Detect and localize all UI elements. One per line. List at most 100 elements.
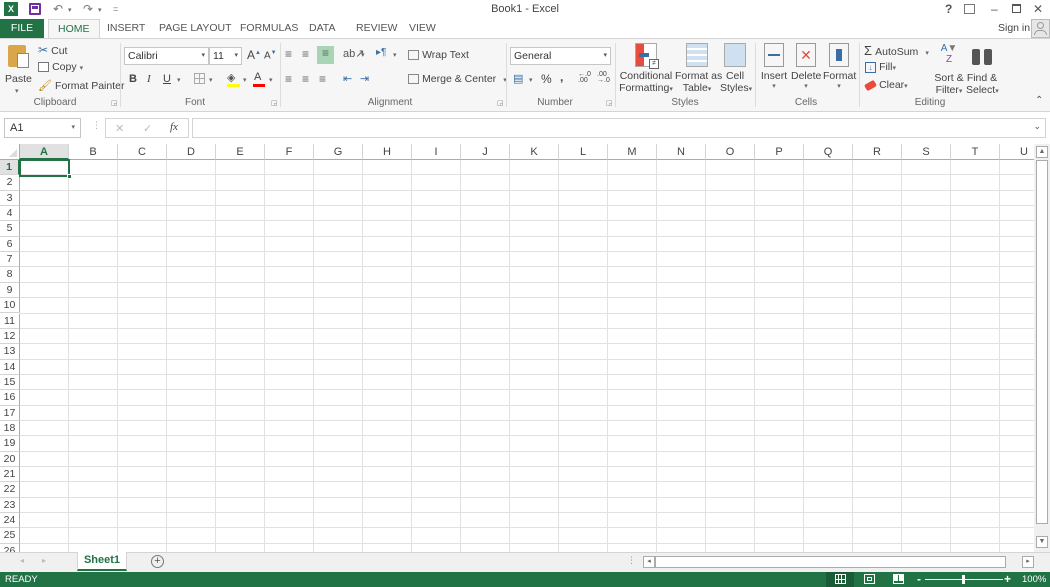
insert-cells-button[interactable]: Insert ▾ bbox=[759, 43, 789, 90]
formula-bar-grip-icon[interactable]: ⋮ bbox=[92, 120, 101, 131]
delete-cells-button[interactable]: ✕ Delete ▾ bbox=[791, 43, 821, 90]
alignment-launcher-icon[interactable]: ◲ bbox=[497, 99, 504, 107]
font-launcher-icon[interactable]: ◲ bbox=[271, 99, 278, 107]
underline-button[interactable]: U bbox=[163, 73, 171, 85]
row-header-3[interactable]: 3 bbox=[0, 190, 20, 207]
row-header-19[interactable]: 19 bbox=[0, 436, 20, 452]
increase-font-size-icon[interactable]: A▲ bbox=[247, 48, 261, 62]
select-all-corner[interactable] bbox=[0, 144, 20, 160]
row-header-18[interactable]: 18 bbox=[0, 420, 20, 437]
column-header-j[interactable]: J bbox=[461, 144, 510, 160]
confirm-entry-icon[interactable]: ✓ bbox=[143, 122, 152, 135]
tab-file[interactable]: FILE bbox=[0, 19, 44, 39]
tab-view[interactable]: VIEW bbox=[400, 19, 445, 39]
orientation-dropdown-icon[interactable]: ▾ bbox=[361, 51, 365, 59]
cancel-entry-icon[interactable]: ✕ bbox=[115, 122, 124, 135]
minimize-icon[interactable]: – bbox=[991, 2, 998, 16]
page-break-preview-icon[interactable] bbox=[893, 574, 904, 584]
clipboard-launcher-icon[interactable]: ◲ bbox=[111, 99, 118, 107]
row-header-2[interactable]: 2 bbox=[0, 175, 20, 191]
column-header-g[interactable]: G bbox=[314, 144, 363, 160]
sign-in-link[interactable]: Sign in bbox=[998, 22, 1030, 34]
borders-dropdown-icon[interactable]: ▾ bbox=[209, 76, 213, 84]
row-header-1[interactable]: 1 bbox=[0, 160, 20, 176]
previous-sheet-icon[interactable]: ◂ bbox=[20, 556, 24, 565]
row-header-9[interactable]: 9 bbox=[0, 282, 20, 299]
zoom-slider[interactable] bbox=[925, 575, 1003, 584]
row-header-10[interactable]: 10 bbox=[0, 298, 20, 314]
column-header-s[interactable]: S bbox=[902, 144, 951, 160]
zoom-level[interactable]: 100% bbox=[1022, 574, 1046, 585]
row-header-6[interactable]: 6 bbox=[0, 236, 20, 253]
row-header-21[interactable]: 21 bbox=[0, 467, 20, 483]
accounting-dropdown-icon[interactable]: ▾ bbox=[529, 76, 533, 84]
format-as-table-button[interactable]: Format as Table▾ bbox=[675, 43, 722, 94]
clear-button[interactable]: Clear▾ bbox=[863, 79, 908, 91]
row-header-14[interactable]: 14 bbox=[0, 359, 20, 375]
tab-formulas[interactable]: FORMULAS bbox=[231, 19, 307, 39]
row-header-12[interactable]: 12 bbox=[0, 328, 20, 345]
column-header-l[interactable]: L bbox=[559, 144, 608, 160]
decrease-indent-icon[interactable]: ⇤ bbox=[343, 72, 352, 85]
column-header-h[interactable]: H bbox=[363, 144, 412, 160]
column-header-d[interactable]: D bbox=[167, 144, 216, 160]
column-header-q[interactable]: Q bbox=[804, 144, 853, 160]
row-header-13[interactable]: 13 bbox=[0, 344, 20, 360]
cut-button[interactable]: ✂ Cut bbox=[38, 43, 67, 57]
increase-indent-icon[interactable]: ⇥ bbox=[360, 72, 369, 85]
sort-filter-button[interactable]: A▼ Z Sort & Filter▾ bbox=[933, 43, 965, 96]
find-select-button[interactable]: Find & Select▾ bbox=[966, 43, 999, 96]
fill-button[interactable]: ↓ Fill▾ bbox=[865, 61, 896, 73]
sheet-tab-sheet1[interactable]: Sheet1 bbox=[77, 552, 127, 571]
vertical-scroll-thumb[interactable] bbox=[1036, 160, 1048, 524]
bold-button[interactable]: B bbox=[129, 73, 137, 85]
horizontal-scroll-thumb[interactable] bbox=[655, 556, 1006, 568]
scroll-left-button[interactable]: ◂ bbox=[643, 556, 655, 568]
row-header-11[interactable]: 11 bbox=[0, 313, 20, 329]
fill-color-dropdown-icon[interactable]: ▾ bbox=[243, 76, 247, 84]
zoom-slider-thumb[interactable] bbox=[962, 575, 965, 584]
decrease-decimal-icon[interactable]: .00 →.0 bbox=[597, 71, 610, 84]
column-header-o[interactable]: O bbox=[706, 144, 755, 160]
ribbon-display-options-icon[interactable] bbox=[964, 4, 975, 14]
column-header-a[interactable]: A bbox=[20, 144, 69, 160]
column-header-m[interactable]: M bbox=[608, 144, 657, 160]
row-header-20[interactable]: 20 bbox=[0, 451, 20, 467]
new-sheet-button[interactable]: + bbox=[151, 555, 164, 568]
format-painter-button[interactable]: 🖌 Format Painter bbox=[38, 79, 124, 92]
row-header-24[interactable]: 24 bbox=[0, 513, 20, 529]
close-icon[interactable]: ✕ bbox=[1033, 2, 1043, 16]
borders-icon[interactable] bbox=[194, 73, 205, 84]
italic-button[interactable]: I bbox=[147, 73, 151, 85]
scroll-down-button[interactable]: ▼ bbox=[1036, 536, 1048, 548]
font-name-combo[interactable]: Calibri ▾ bbox=[124, 47, 209, 65]
scroll-right-button[interactable]: ▸ bbox=[1022, 556, 1034, 568]
column-header-t[interactable]: T bbox=[951, 144, 1000, 160]
fill-handle[interactable] bbox=[67, 174, 72, 179]
accounting-format-icon[interactable]: ▤ bbox=[513, 72, 523, 85]
font-color-icon[interactable]: A bbox=[253, 71, 265, 87]
column-header-r[interactable]: R bbox=[853, 144, 902, 160]
comma-style-button[interactable]: , bbox=[560, 70, 563, 84]
row-header-16[interactable]: 16 bbox=[0, 390, 20, 406]
column-header-p[interactable]: P bbox=[755, 144, 804, 160]
text-direction-icon[interactable]: ▸¶ bbox=[376, 47, 386, 58]
align-center-icon[interactable]: ≡ bbox=[302, 72, 309, 86]
active-cell-selection[interactable] bbox=[19, 159, 72, 179]
paste-button[interactable]: Paste ▾ bbox=[4, 43, 34, 95]
next-sheet-icon[interactable]: ▸ bbox=[42, 556, 46, 565]
spreadsheet-grid[interactable]: ABCDEFGHIJKLMNOPQRSTU 1 2 3 4 5 6 7 8 9 10 11 12 13 1… bbox=[0, 144, 1034, 552]
formula-input[interactable]: ⌄ bbox=[192, 118, 1046, 138]
underline-dropdown-icon[interactable]: ▾ bbox=[177, 76, 181, 84]
vertical-scrollbar[interactable]: ▲ ▼ bbox=[1034, 144, 1050, 552]
text-direction-dropdown-icon[interactable]: ▾ bbox=[393, 51, 397, 59]
wrap-text-button[interactable]: Wrap Text bbox=[408, 49, 469, 61]
column-header-f[interactable]: F bbox=[265, 144, 314, 160]
decrease-font-size-icon[interactable]: A▼ bbox=[264, 50, 277, 61]
format-cells-button[interactable]: Format ▾ bbox=[823, 43, 856, 90]
percent-style-button[interactable]: % bbox=[541, 72, 552, 86]
column-header-k[interactable]: K bbox=[510, 144, 559, 160]
zoom-in-button[interactable]: + bbox=[1004, 572, 1011, 586]
restore-icon[interactable] bbox=[1012, 4, 1021, 13]
row-header-26[interactable]: 26 bbox=[0, 543, 20, 552]
